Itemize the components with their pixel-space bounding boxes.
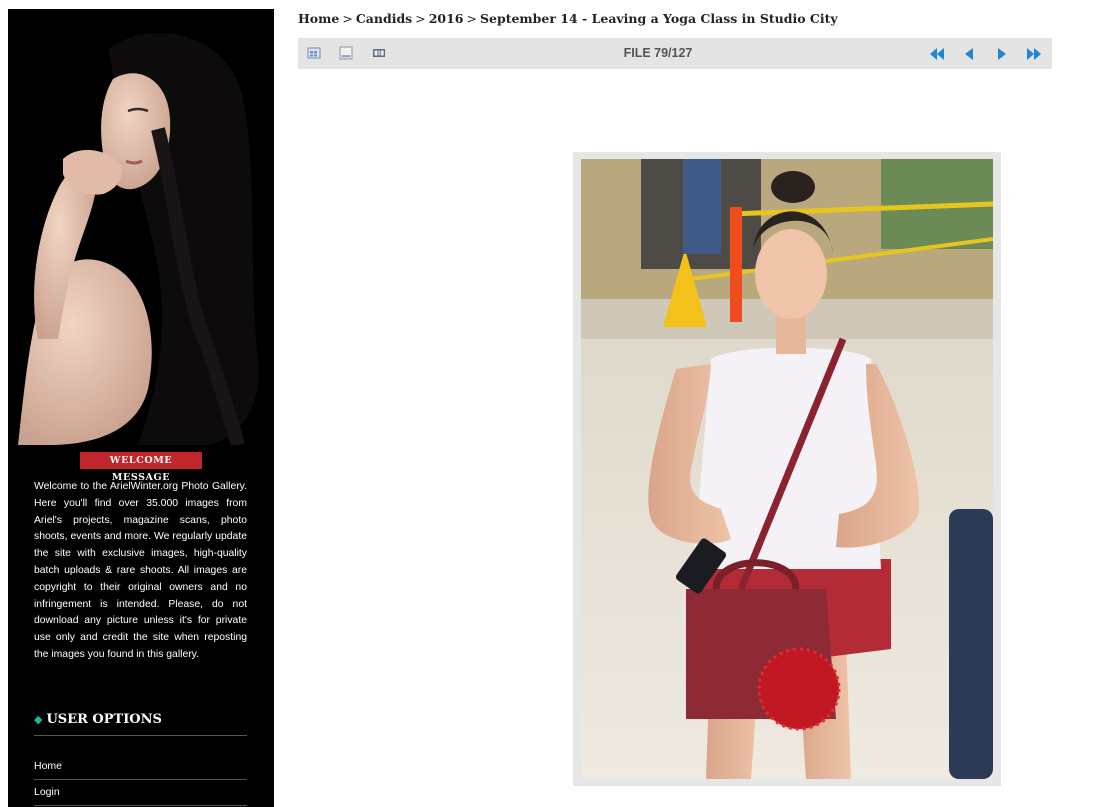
header-portrait-image xyxy=(8,9,274,445)
main-photo-frame[interactable] xyxy=(573,152,1001,786)
breadcrumb-home[interactable]: Home xyxy=(298,11,339,26)
first-icon[interactable] xyxy=(929,47,945,61)
image-toolbar: FILE 79/127 xyxy=(298,38,1052,69)
welcome-message-text: Welcome to the ArielWinter.org Photo Gal… xyxy=(34,481,247,660)
previous-icon[interactable] xyxy=(963,47,975,61)
section-divider xyxy=(34,735,247,736)
breadcrumb-separator: > xyxy=(342,11,353,26)
file-counter: FILE 79/127 xyxy=(623,46,693,60)
user-options-label: USER OPTIONS xyxy=(46,712,162,727)
breadcrumb-separator: > xyxy=(415,11,426,26)
breadcrumb-album[interactable]: September 14 - Leaving a Yoga Class in S… xyxy=(480,11,838,26)
user-option-login[interactable]: Login xyxy=(34,786,247,798)
diamond-icon: ◆ xyxy=(34,713,43,726)
user-options-heading: ◆ USER OPTIONS xyxy=(34,712,247,727)
sidebar: WELCOME MESSAGE Welcome to the ArielWint… xyxy=(8,9,274,807)
menu-divider xyxy=(34,805,247,806)
breadcrumb-candids[interactable]: Candids xyxy=(356,11,412,26)
menu-divider xyxy=(34,779,247,780)
next-icon[interactable] xyxy=(996,47,1008,61)
last-icon[interactable] xyxy=(1026,47,1042,61)
breadcrumb-separator: > xyxy=(466,11,477,26)
breadcrumb-year[interactable]: 2016 xyxy=(429,11,464,26)
main-photo[interactable] xyxy=(581,159,993,779)
user-option-home[interactable]: Home xyxy=(34,760,247,772)
welcome-message-badge: WELCOME MESSAGE xyxy=(80,452,202,483)
breadcrumb: Home > Candids >2016 > September 14 - Leaving… xyxy=(298,11,838,26)
